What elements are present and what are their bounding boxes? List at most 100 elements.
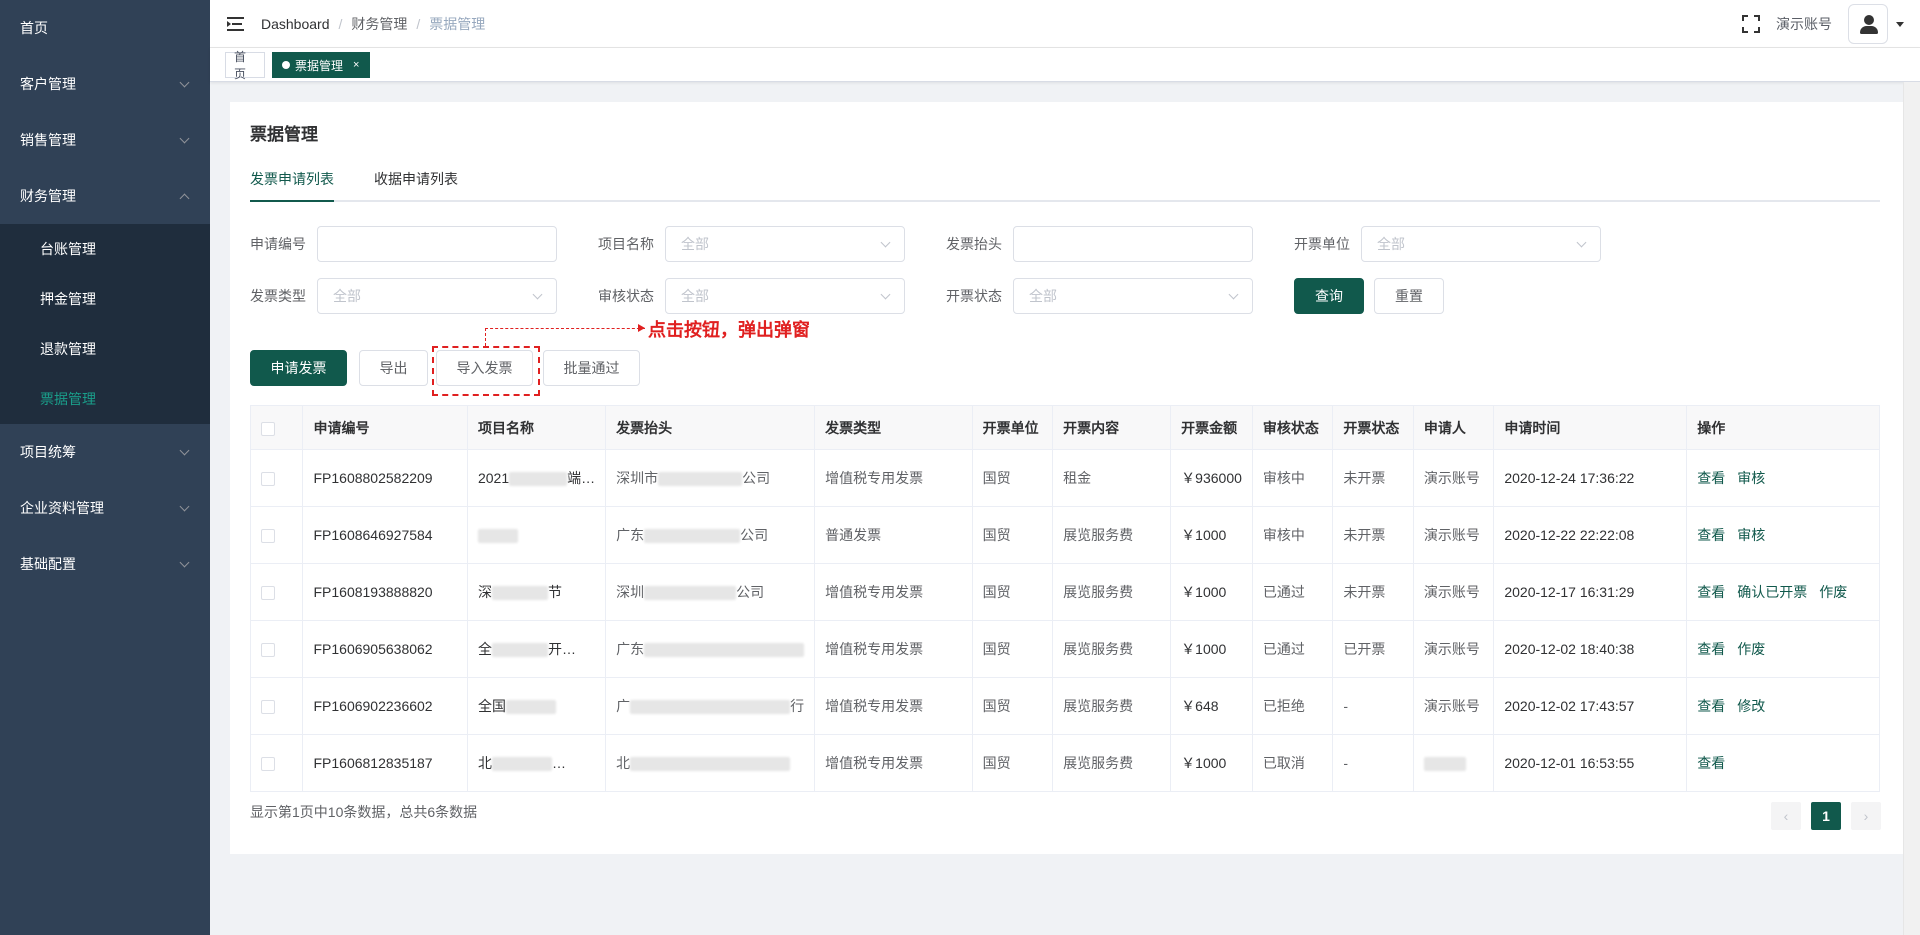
cell-actions: 查看 审核	[1686, 506, 1880, 564]
row-checkbox[interactable]	[261, 643, 275, 658]
sidebar-item-config[interactable]: 基础配置	[0, 536, 210, 592]
breadcrumb: Dashboard / 财务管理 / 票据管理	[261, 14, 485, 34]
sidebar-item-finance[interactable]: 财务管理	[0, 168, 210, 224]
row-checkbox[interactable]	[261, 700, 275, 715]
cell-invoice-title: 广东 公司	[605, 506, 816, 564]
row-action-link[interactable]: 查看	[1697, 641, 1725, 657]
cell-amount: ￥648	[1170, 677, 1253, 735]
breadcrumb-dashboard[interactable]: Dashboard	[261, 16, 330, 32]
tabs: 发票申请列表 收据申请列表	[250, 158, 1880, 202]
annotation-connector	[485, 328, 645, 329]
column-header: 项目名称	[466, 405, 607, 450]
next-page-button[interactable]: ›	[1851, 802, 1881, 830]
cell-applicant	[1412, 734, 1495, 792]
sidebar-item-customers[interactable]: 客户管理	[0, 56, 210, 112]
close-icon[interactable]: ×	[353, 59, 359, 71]
page-number-button[interactable]: 1	[1811, 802, 1841, 830]
cell-apply-time: 2020-12-01 16:53:55	[1493, 734, 1688, 792]
chevron-down-icon	[880, 237, 891, 248]
row-select-cell	[249, 563, 304, 621]
row-action-link[interactable]: 查看	[1697, 527, 1725, 543]
batch-approve-button[interactable]: 批量通过	[543, 350, 640, 386]
redacted-text	[491, 757, 552, 772]
cell-amount: ￥936000	[1170, 449, 1253, 507]
row-action-link[interactable]: 修改	[1737, 698, 1765, 714]
redacted-text	[644, 529, 741, 544]
tab-invoice-applications[interactable]: 发票申请列表	[250, 158, 334, 202]
cell-application-no: FP1608802582209	[302, 449, 468, 507]
reset-button[interactable]: 重置	[1374, 278, 1444, 314]
sidebar-item-enterprise[interactable]: 企业资料管理	[0, 480, 210, 536]
apply-invoice-button[interactable]: 申请发票	[250, 350, 347, 386]
row-action-link[interactable]: 审核	[1737, 527, 1765, 543]
row-action-link[interactable]: 确认已开票	[1737, 584, 1807, 600]
row-action-link[interactable]: 作废	[1737, 641, 1765, 657]
query-button[interactable]: 查询	[1294, 278, 1364, 314]
sidebar-item-projects[interactable]: 项目统筹	[0, 424, 210, 480]
row-select-cell	[249, 677, 304, 735]
main-card: 票据管理 发票申请列表 收据申请列表 申请编号 项目名称 全部 发票抬头 开票单…	[230, 102, 1903, 854]
invoice-status-select[interactable]: 全部	[1013, 278, 1253, 314]
issuing-unit-select[interactable]: 全部	[1361, 226, 1601, 262]
application-no-input[interactable]	[317, 226, 557, 262]
cell-apply-time: 2020-12-02 18:40:38	[1493, 620, 1688, 678]
row-select-cell	[249, 734, 304, 792]
row-checkbox[interactable]	[261, 757, 275, 772]
row-action-link[interactable]: 审核	[1737, 470, 1765, 486]
menu-toggle-icon[interactable]	[227, 16, 244, 31]
breadcrumb-finance: 财务管理	[351, 15, 408, 32]
tag-home[interactable]: 首页	[225, 50, 265, 81]
row-action-link[interactable]: 查看	[1697, 584, 1725, 600]
cell-text: 深圳市	[616, 470, 659, 486]
caret-down-icon[interactable]	[1896, 21, 1904, 27]
row-action-link[interactable]: 作废	[1819, 584, 1847, 600]
cell-review-status: 审核中	[1251, 506, 1334, 564]
cell-text: 全国	[477, 698, 506, 714]
sidebar-item-home[interactable]: 首页	[0, 0, 210, 56]
sidebar-item-sales[interactable]: 销售管理	[0, 112, 210, 168]
row-checkbox[interactable]	[261, 529, 275, 544]
cell-invoice-type: 增值税专用发票	[814, 677, 973, 735]
review-status-select[interactable]: 全部	[665, 278, 905, 314]
select-all-checkbox[interactable]	[261, 421, 275, 436]
sidebar-item-deposit[interactable]: 押金管理	[0, 274, 210, 324]
cell-text: 广	[616, 698, 631, 714]
fullscreen-icon[interactable]	[1742, 15, 1760, 33]
invoice-title-input[interactable]	[1013, 226, 1253, 262]
cell-invoice-content: 展览服务费	[1052, 563, 1172, 621]
sidebar-item-ledger[interactable]: 台账管理	[0, 224, 210, 274]
sidebar-item-bills[interactable]: 票据管理	[0, 374, 210, 424]
annotation-highlight-box	[432, 346, 540, 396]
export-button[interactable]: 导出	[359, 350, 428, 386]
tab-active-indicator	[250, 200, 334, 202]
cell-project-name: 全 开…	[466, 620, 607, 678]
column-header: 操作	[1686, 405, 1880, 450]
column-header: 开票内容	[1052, 405, 1172, 450]
tags-view: 首页 票据管理 ×	[210, 48, 1920, 82]
sidebar-item-refund[interactable]: 退款管理	[0, 324, 210, 374]
row-action-link[interactable]: 查看	[1697, 698, 1725, 714]
tag-bills[interactable]: 票据管理 ×	[272, 52, 371, 78]
row-checkbox[interactable]	[261, 586, 275, 601]
chevron-down-icon	[179, 445, 190, 455]
cell-amount: ￥1000	[1170, 734, 1253, 792]
cell-applicant: 演示账号	[1412, 563, 1495, 621]
cell-issuing-unit: 国贸	[971, 620, 1054, 678]
cell-text: 深	[477, 584, 492, 600]
table-row: FP1606812835187 北… 北增值税专用发票 国贸 展览服务费 ￥1000 已取消…	[249, 734, 1880, 792]
vertical-scrollbar[interactable]	[1903, 82, 1920, 935]
invoice-table: 申请编号 项目名称 发票抬头 发票类型 开票单位 开票内容 开票金额 审核状态 …	[249, 405, 1880, 792]
row-action-link[interactable]: 查看	[1697, 755, 1725, 771]
tab-receipt-applications[interactable]: 收据申请列表	[374, 158, 458, 202]
avatar[interactable]	[1848, 4, 1888, 44]
cell-invoice-title: 北	[605, 734, 816, 792]
row-action-link[interactable]: 查看	[1697, 470, 1725, 486]
cell-text: 广东	[616, 641, 645, 657]
cell-invoice-status: 未开票	[1332, 449, 1414, 507]
invoice-type-select[interactable]: 全部	[317, 278, 557, 314]
cell-issuing-unit: 国贸	[971, 734, 1054, 792]
project-name-select[interactable]: 全部	[665, 226, 905, 262]
prev-page-button[interactable]: ‹	[1771, 802, 1801, 830]
row-checkbox[interactable]	[261, 472, 275, 487]
column-header: 发票类型	[814, 405, 973, 450]
